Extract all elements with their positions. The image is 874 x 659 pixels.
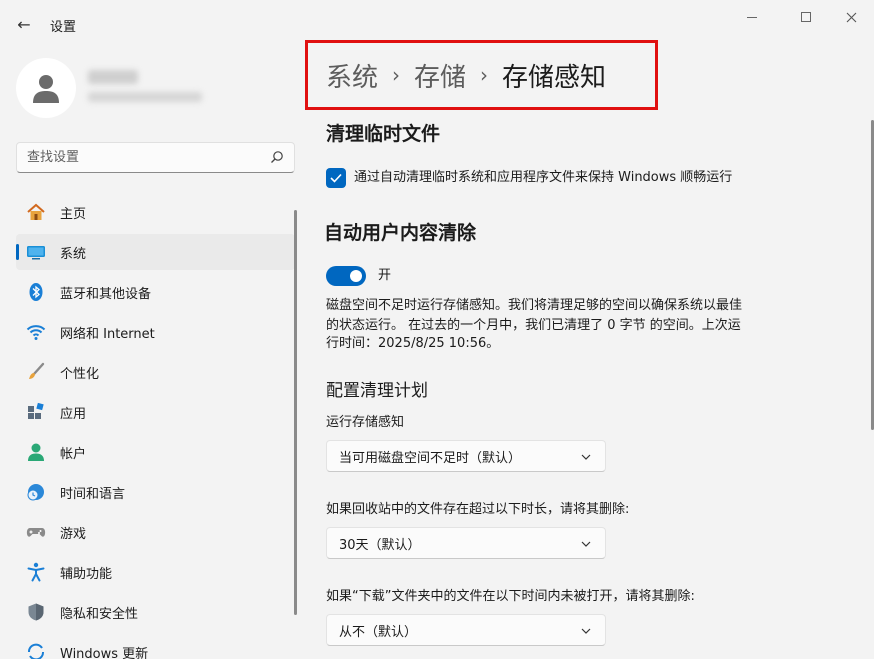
cleanup-checkbox-label: 通过自动清理临时系统和应用程序文件来保持 Windows 顺畅运行 — [354, 170, 733, 185]
sidebar-item-label: 游戏 — [60, 526, 87, 542]
sidebar-item-label: 系统 — [60, 246, 87, 262]
avatar — [16, 58, 76, 118]
user-profile[interactable] — [16, 58, 286, 118]
search-icon[interactable] — [270, 150, 284, 164]
sidebar-nav: 主页 系统 蓝牙和其他设备 网络和 Internet 个性化 应用 帐户 时间和… — [16, 194, 295, 659]
chevron-down-icon — [581, 541, 591, 547]
sidebar-item-label: 网络和 Internet — [60, 326, 155, 342]
sidebar-item-system[interactable]: 系统 — [16, 234, 295, 270]
minimize-icon — [747, 16, 757, 18]
breadcrumb: 系统 › 存储 › 存储感知 — [305, 40, 658, 110]
maximize-button[interactable] — [788, 6, 824, 28]
sidebar-item-label: 个性化 — [60, 366, 100, 382]
sidebar-item-label: 帐户 — [60, 446, 87, 462]
sidebar-item-windows-update[interactable]: Windows 更新 — [16, 634, 295, 659]
bluetooth-icon — [29, 283, 43, 301]
accessibility-icon — [27, 562, 45, 582]
apps-icon — [28, 402, 44, 419]
wifi-icon — [26, 325, 46, 340]
dropdown-value: 30天（默认） — [339, 537, 421, 553]
schedule-section-title: 配置清理计划 — [326, 381, 428, 401]
sidebar-item-label: 蓝牙和其他设备 — [60, 286, 152, 302]
sidebar-item-label: Windows 更新 — [60, 646, 149, 659]
description-line-1: 磁盘空间不足时运行存储感知。我们将清理足够的空间以确保系统以最佳 — [326, 298, 743, 313]
breadcrumb-item-storage[interactable]: 存储 — [414, 57, 466, 94]
minimize-button[interactable] — [734, 6, 770, 28]
description-line-2: 的状态运行。 在过去的一个月中，我们已清理了 0 字节 的空间。上次运 — [326, 318, 741, 333]
recycle-bin-label: 如果回收站中的文件存在超过以下时长，请将其删除: — [326, 502, 630, 517]
sidebar-item-accessibility[interactable]: 辅助功能 — [16, 554, 295, 590]
profile-name-blurred — [88, 70, 138, 84]
downloads-label: 如果“下载”文件夹中的文件在以下时间内未被打开，请将其删除: — [326, 589, 695, 604]
sidebar-item-personalization[interactable]: 个性化 — [16, 354, 295, 390]
sidebar-scrollbar[interactable] — [294, 210, 297, 615]
sidebar-item-apps[interactable]: 应用 — [16, 394, 295, 430]
maximize-icon — [801, 12, 811, 22]
sidebar-item-time-language[interactable]: 时间和语言 — [16, 474, 295, 510]
checkmark-icon — [330, 173, 342, 183]
toggle-knob — [350, 270, 362, 282]
account-icon — [28, 443, 44, 461]
close-button[interactable] — [833, 6, 869, 28]
breadcrumb-item-system[interactable]: 系统 — [326, 57, 378, 94]
sidebar-item-label: 隐私和安全性 — [60, 606, 139, 622]
gamepad-icon — [26, 528, 46, 537]
settings-window: ← 设置 查找设置 主页 系统 蓝牙和其他设备 网络和 Internet 个性化… — [0, 0, 874, 659]
breadcrumb-separator-icon: › — [480, 63, 489, 87]
run-storage-sense-label: 运行存储感知 — [326, 415, 405, 430]
sidebar-item-label: 辅助功能 — [60, 566, 113, 582]
sidebar-item-bluetooth[interactable]: 蓝牙和其他设备 — [16, 274, 295, 310]
close-icon — [846, 12, 856, 22]
sidebar-item-label: 时间和语言 — [60, 486, 126, 502]
toggle-state-label: 开 — [378, 268, 392, 283]
search-box[interactable] — [16, 142, 295, 173]
profile-email-blurred — [88, 92, 202, 102]
brush-icon — [29, 362, 45, 379]
sidebar-item-network[interactable]: 网络和 Internet — [16, 314, 295, 350]
back-button[interactable]: ← — [12, 12, 36, 36]
recycle-bin-dropdown[interactable]: 30天（默认） — [326, 527, 606, 559]
sidebar-item-accounts[interactable]: 帐户 — [16, 434, 295, 470]
sidebar-item-gaming[interactable]: 游戏 — [16, 514, 295, 550]
sidebar-item-privacy-security[interactable]: 隐私和安全性 — [16, 594, 295, 630]
auto-cleanup-section-title: 自动用户内容清除 — [324, 222, 477, 244]
auto-cleanup-toggle[interactable] — [326, 266, 366, 286]
run-storage-sense-dropdown[interactable]: 当可用磁盘空间不足时（默认） — [326, 440, 606, 472]
breadcrumb-separator-icon: › — [392, 63, 401, 87]
dropdown-value: 从不（默认） — [339, 624, 418, 640]
dropdown-value: 当可用磁盘空间不足时（默认） — [339, 450, 522, 466]
sidebar-item-home[interactable]: 主页 — [16, 194, 295, 230]
update-icon — [28, 643, 44, 659]
cleanup-checkbox[interactable] — [326, 168, 346, 188]
chevron-down-icon — [581, 454, 591, 460]
downloads-dropdown[interactable]: 从不（默认） — [326, 614, 606, 646]
chevron-down-icon — [581, 628, 591, 634]
description-line-3: 行时间：2025/8/25 10:56。 — [326, 336, 500, 351]
sidebar-item-label: 应用 — [60, 406, 87, 422]
system-icon — [27, 246, 45, 260]
breadcrumb-current-page: 存储感知 — [502, 62, 607, 93]
shield-icon — [28, 603, 44, 621]
user-avatar-icon — [33, 75, 59, 103]
sidebar-item-label: 主页 — [60, 206, 87, 222]
back-arrow-icon: ← — [17, 14, 31, 34]
cleanup-section-title: 清理临时文件 — [326, 123, 441, 145]
home-icon — [27, 203, 45, 220]
search-input[interactable] — [27, 143, 257, 172]
app-title: 设置 — [50, 20, 77, 35]
clock-globe-icon — [27, 484, 44, 501]
main-content: 系统 › 存储 › 存储感知 清理临时文件 通过自动清理临时系统和应用程序文件来… — [305, 40, 865, 659]
